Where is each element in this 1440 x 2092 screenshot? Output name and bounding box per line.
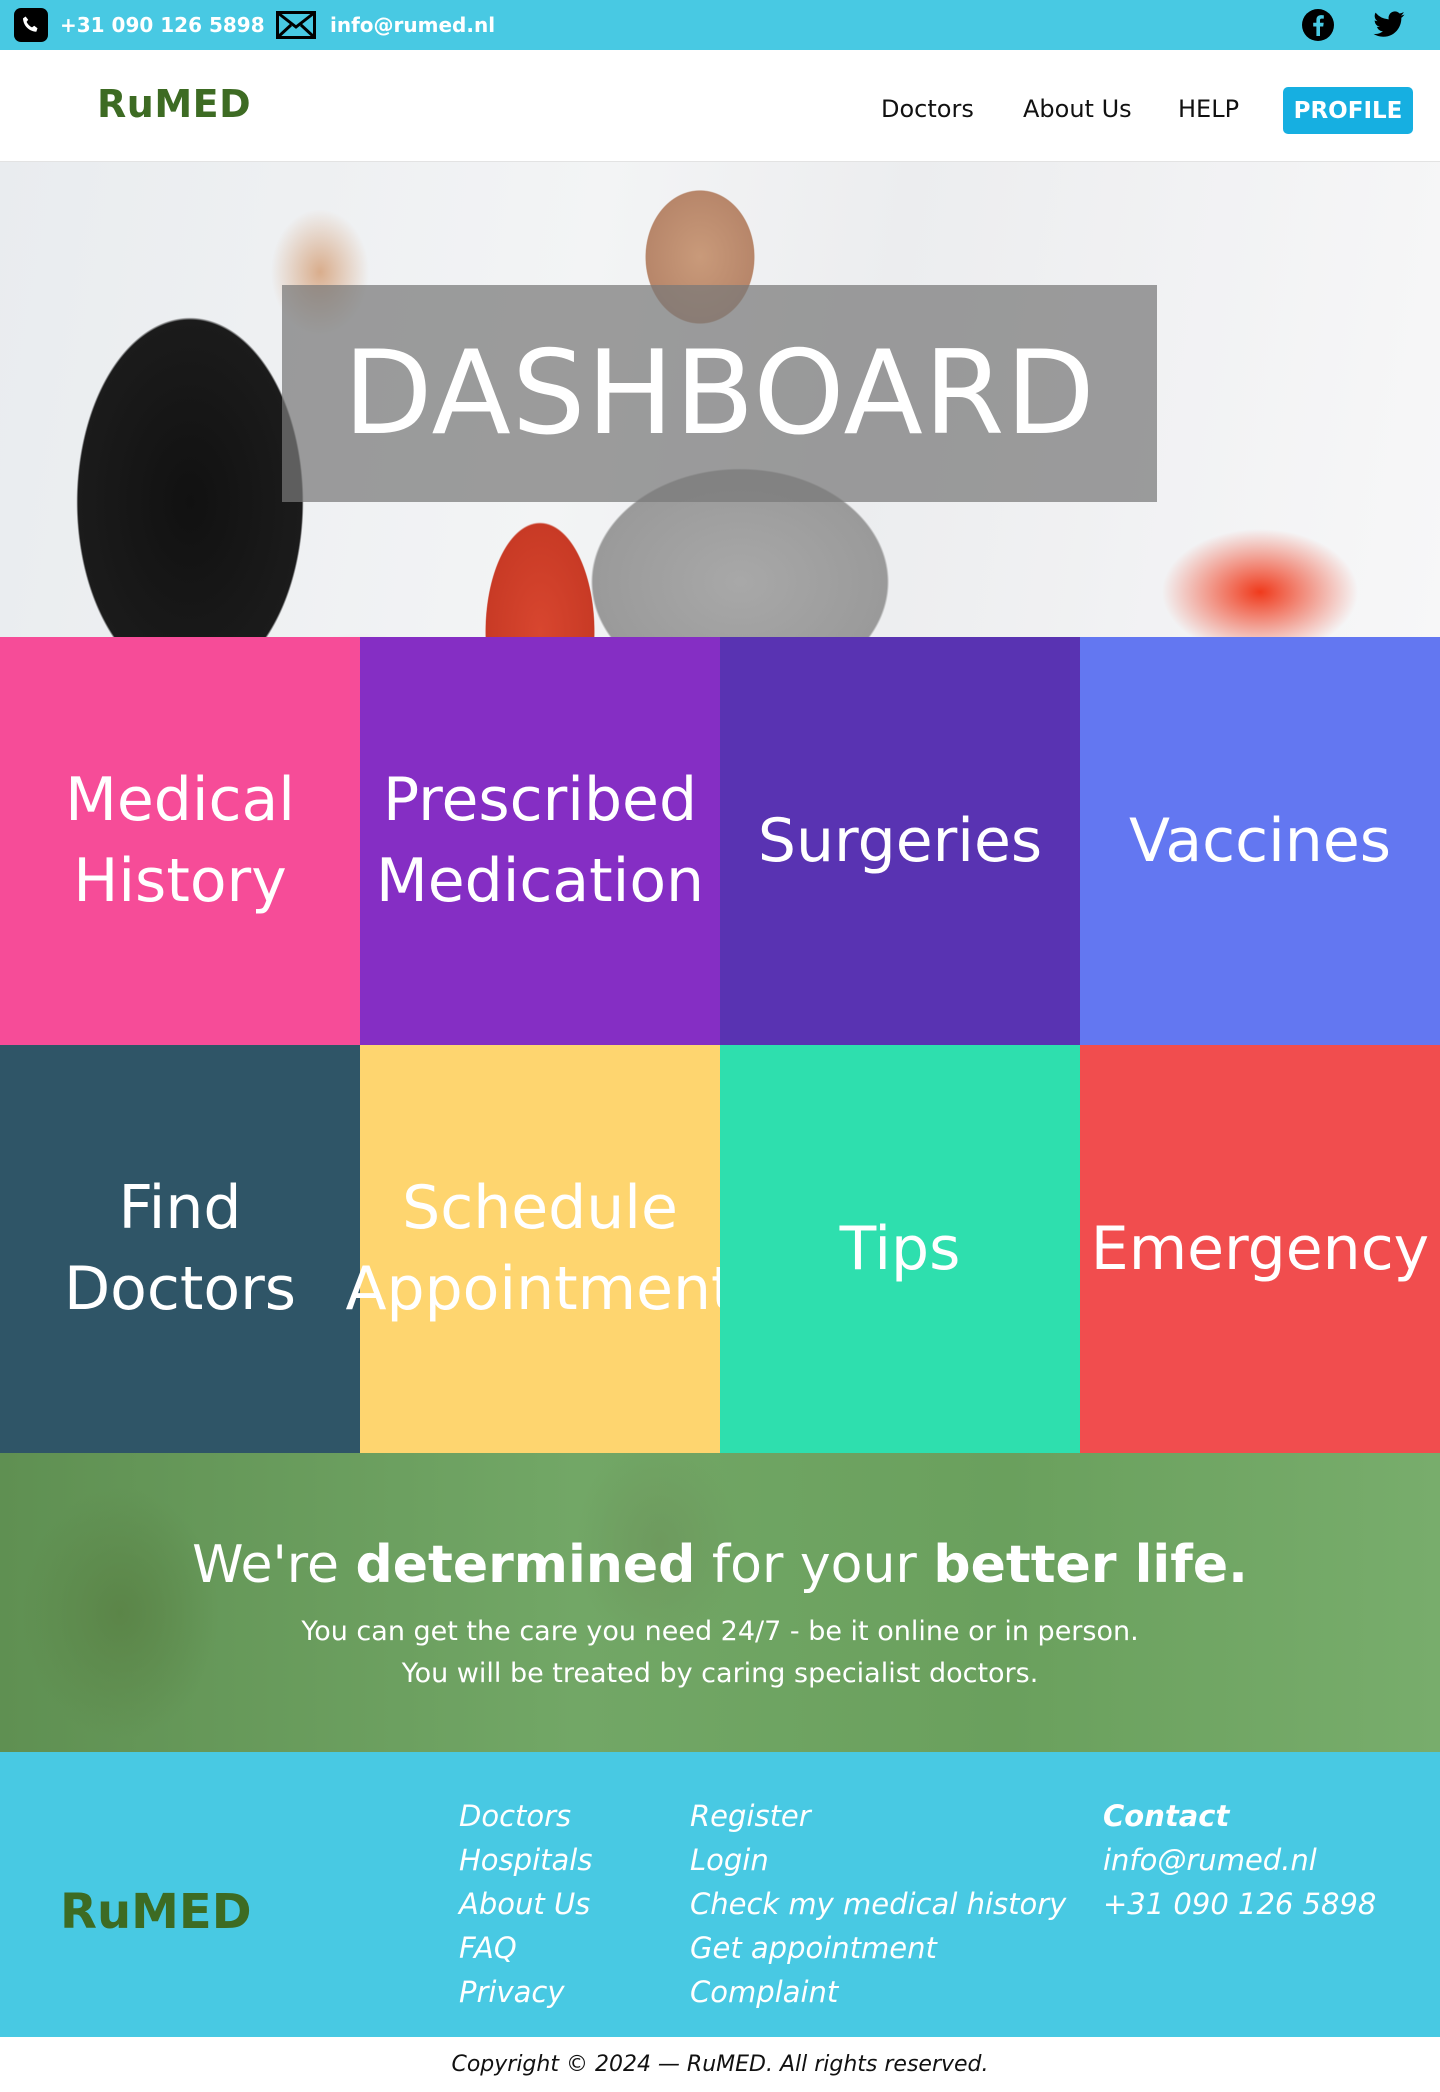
- tile-label-line: Emergency: [1090, 1213, 1430, 1284]
- footer-link-faq[interactable]: FAQ: [459, 1926, 592, 1970]
- footer-link-appointment[interactable]: Get appointment: [690, 1926, 1066, 1970]
- top-contact-bar: +31 090 126 5898 info@rumed.nl: [0, 0, 1440, 50]
- tagline-emphasis: better life.: [933, 1535, 1248, 1595]
- footer-link-doctors[interactable]: Doctors: [459, 1794, 592, 1838]
- phone-icon: [14, 8, 48, 42]
- footer-link-about-us[interactable]: About Us: [459, 1882, 592, 1926]
- phone-contact[interactable]: +31 090 126 5898: [14, 0, 265, 50]
- footer-link-privacy[interactable]: Privacy: [459, 1970, 592, 2014]
- mail-icon: [276, 11, 316, 39]
- footer-contact-title: Contact: [1103, 1799, 1230, 1833]
- footer-links-column: Doctors Hospitals About Us FAQ Privacy: [459, 1794, 592, 2014]
- tile-label-line: Schedule: [402, 1173, 678, 1243]
- twitter-icon[interactable]: [1372, 8, 1406, 42]
- footer-link-register[interactable]: Register: [690, 1794, 1066, 1838]
- page-title: DASHBOARD: [343, 326, 1096, 461]
- copyright-notice: Copyright © 2024 — RuMED. All rights res…: [0, 2037, 1440, 2092]
- tile-label-line: Vaccines: [1128, 805, 1391, 876]
- tile-tips[interactable]: Tips: [720, 1045, 1080, 1453]
- tile-vaccines[interactable]: Vaccines: [1080, 637, 1440, 1045]
- email-address: info@rumed.nl: [330, 13, 496, 37]
- hero-title-box: DASHBOARD: [282, 285, 1157, 502]
- nav-doctors-link[interactable]: Doctors: [881, 95, 974, 123]
- tile-label-line: Prescribed: [382, 765, 698, 835]
- tile-label-line: Medical: [65, 765, 295, 835]
- footer-logo[interactable]: RuMED: [60, 1884, 252, 1940]
- footer-contact-email[interactable]: info@rumed.nl: [1103, 1838, 1376, 1882]
- hero-banner: DASHBOARD: [0, 162, 1440, 637]
- tile-surgeries[interactable]: Surgeries: [720, 637, 1080, 1045]
- footer-contact-column: Contact info@rumed.nl +31 090 126 5898: [1103, 1794, 1376, 1926]
- tile-label-line: Surgeries: [757, 805, 1043, 876]
- footer-link-hospitals[interactable]: Hospitals: [459, 1838, 592, 1882]
- tagline-banner: We're determined for your better life. Y…: [0, 1453, 1440, 1752]
- tagline-subtext: You will be treated by caring specialist…: [401, 1658, 1039, 1689]
- tagline-emphasis: determined: [355, 1535, 696, 1595]
- footer-actions-column: Register Login Check my medical history …: [690, 1794, 1066, 2014]
- profile-button[interactable]: PROFILE: [1283, 87, 1413, 134]
- tagline-text: for your: [695, 1535, 934, 1595]
- tagline-text: We're: [192, 1535, 356, 1595]
- tile-prescribed-medication[interactable]: Prescribed Medication: [360, 637, 720, 1045]
- nav-about-link[interactable]: About Us: [1023, 95, 1132, 123]
- footer-link-complaint[interactable]: Complaint: [690, 1970, 1066, 2014]
- main-navigation: RuMED Doctors About Us HELP PROFILE: [0, 50, 1440, 162]
- tile-emergency[interactable]: Emergency: [1080, 1045, 1440, 1453]
- tagline-heading: We're determined for your better life.: [0, 1535, 1440, 1595]
- tagline-subtext: You can get the care you need 24/7 - be …: [301, 1616, 1139, 1647]
- footer-contact-phone[interactable]: +31 090 126 5898: [1103, 1882, 1376, 1926]
- tile-label-line: Tips: [839, 1213, 961, 1284]
- phone-number: +31 090 126 5898: [60, 13, 265, 37]
- tile-label-line: Find: [118, 1173, 242, 1243]
- tile-find-doctors[interactable]: Find Doctors: [0, 1045, 360, 1453]
- tile-schedule-appointment[interactable]: Schedule Appointment: [345, 1045, 735, 1453]
- footer-link-medical-history[interactable]: Check my medical history: [690, 1882, 1066, 1926]
- dashboard-tiles: Medical History Prescribed Medication Surg…: [0, 637, 1440, 1453]
- tile-label-line: Appointment: [345, 1254, 735, 1324]
- site-logo[interactable]: RuMED: [97, 82, 251, 126]
- site-footer: RuMED Doctors Hospitals About Us FAQ Pri…: [0, 1752, 1440, 2037]
- nav-help-link[interactable]: HELP: [1178, 95, 1239, 123]
- tile-label-line: Medication: [375, 846, 705, 916]
- email-contact[interactable]: info@rumed.nl: [276, 0, 495, 50]
- tile-medical-history[interactable]: Medical History: [0, 637, 360, 1045]
- facebook-icon[interactable]: [1301, 8, 1335, 42]
- tile-label-line: History: [73, 846, 287, 916]
- footer-link-login[interactable]: Login: [690, 1838, 1066, 1882]
- tile-label-line: Doctors: [63, 1254, 297, 1324]
